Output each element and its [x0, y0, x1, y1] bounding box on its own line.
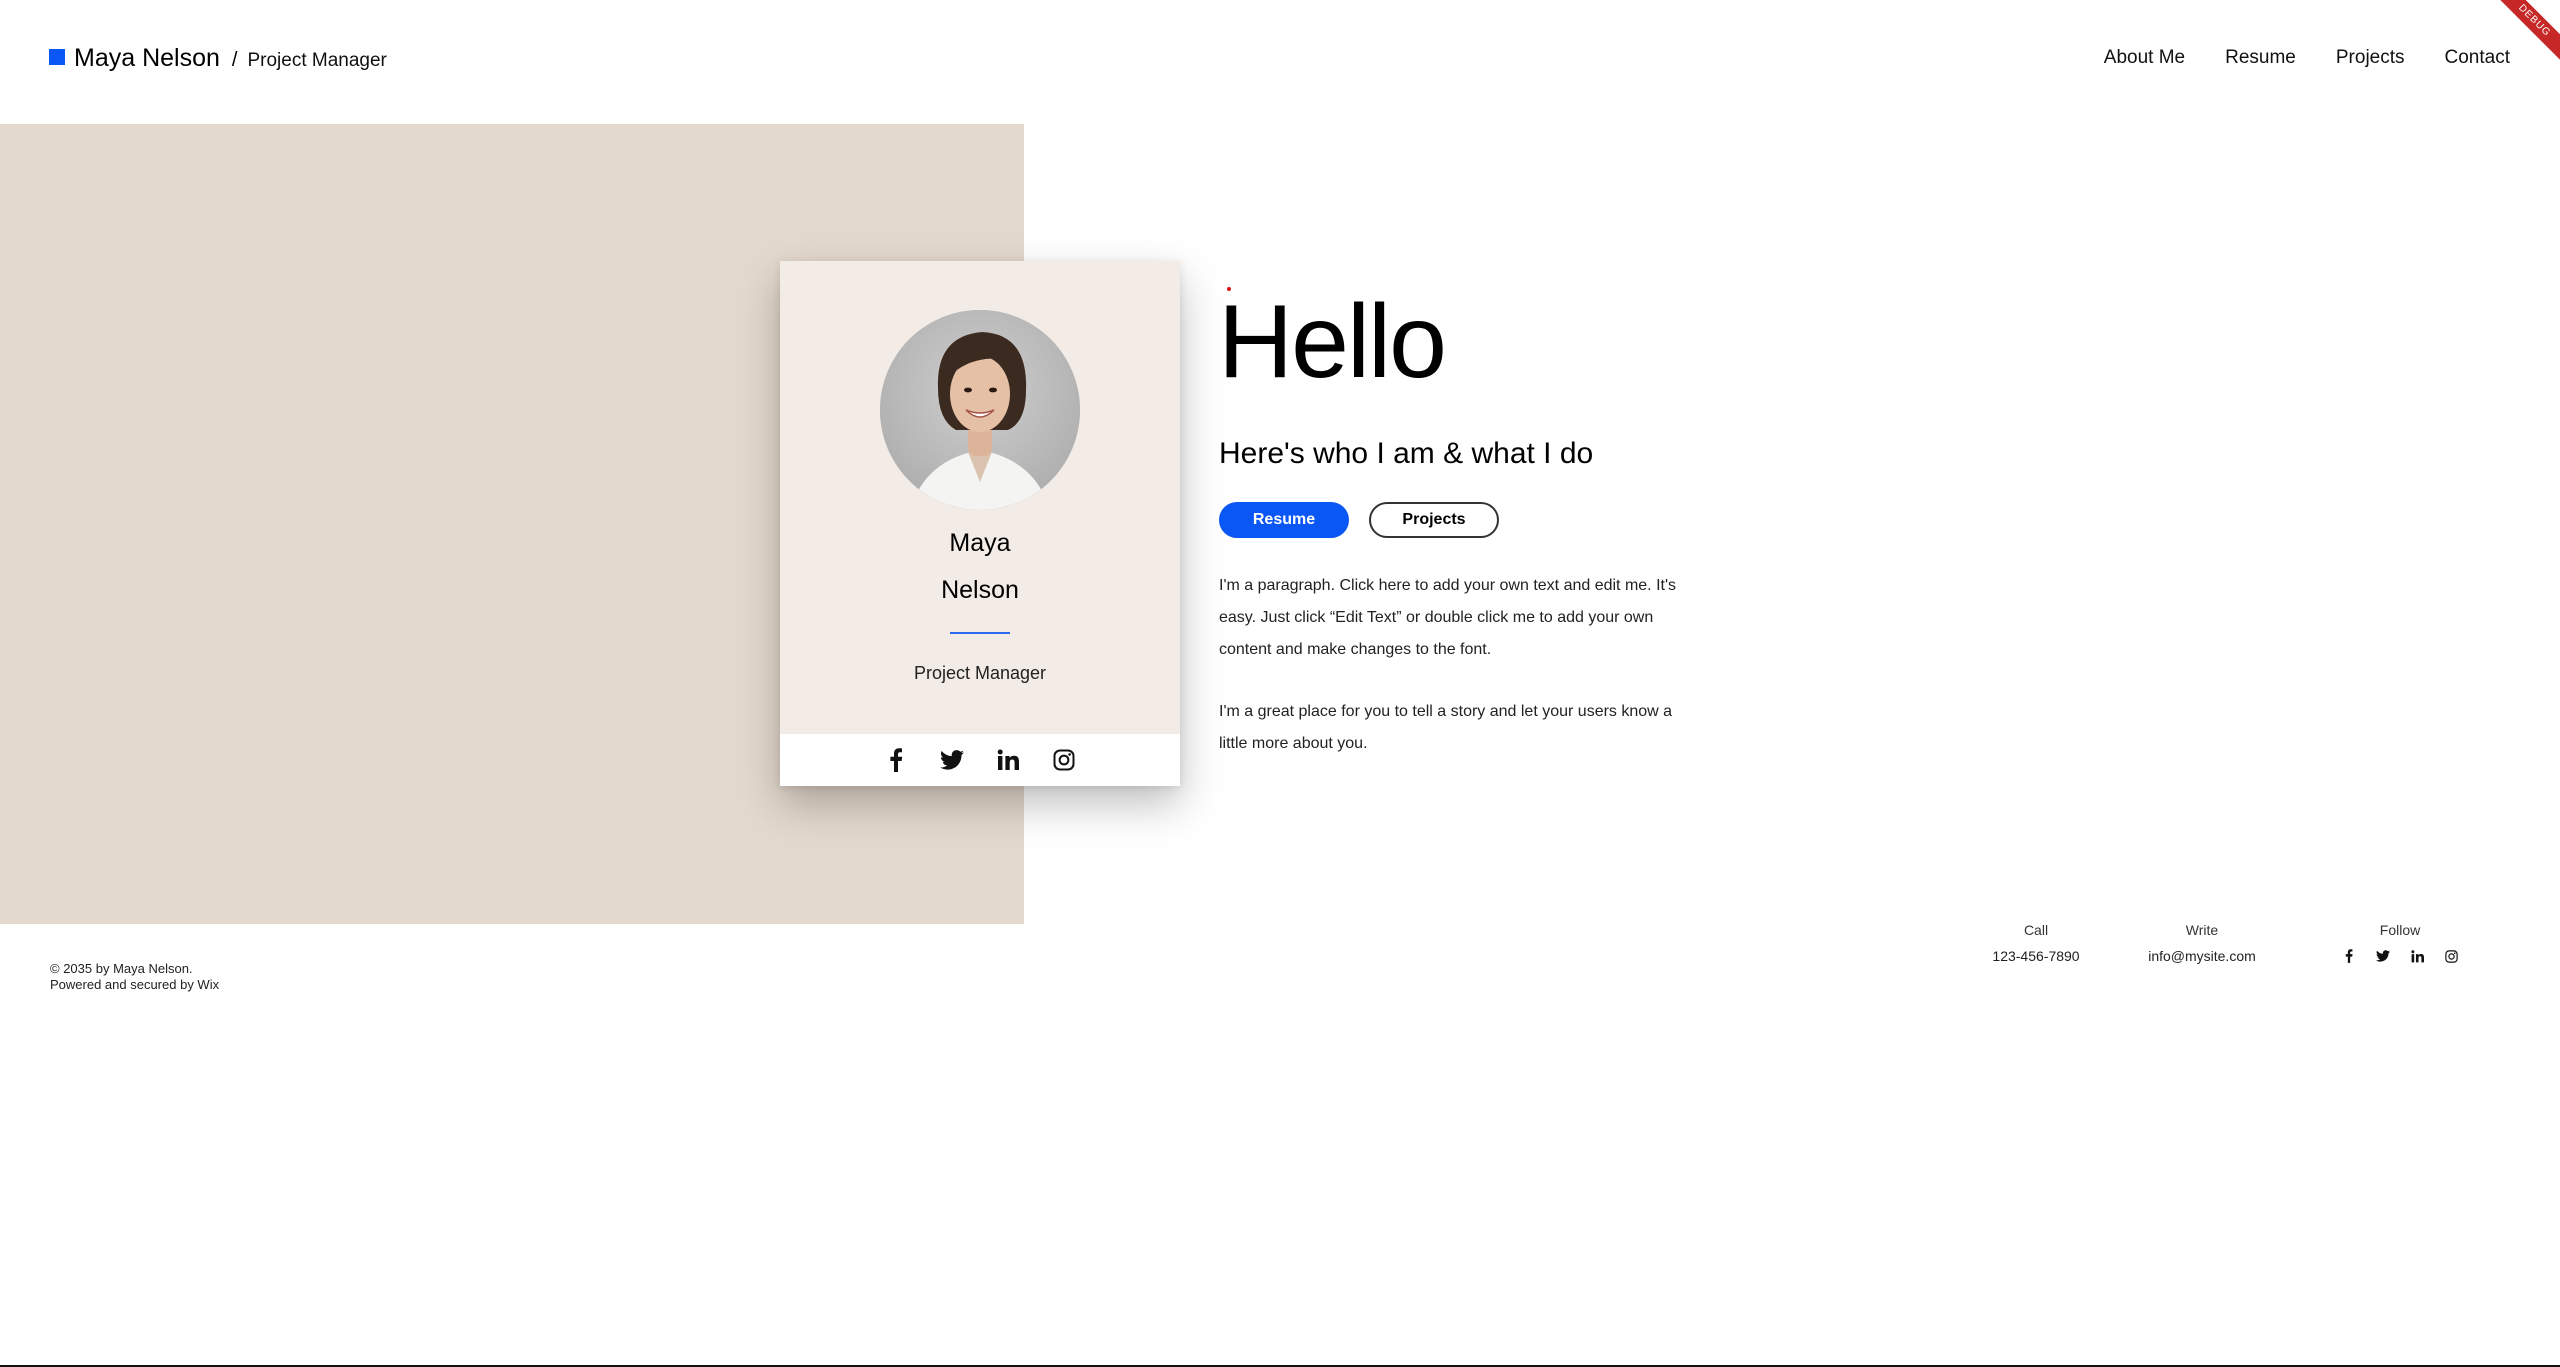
- portrait-image: [880, 310, 1080, 510]
- follow-label: Follow: [2379, 922, 2421, 938]
- twitter-icon[interactable]: [2375, 948, 2391, 964]
- brand-name[interactable]: Maya Nelson: [74, 44, 220, 73]
- footer-social-icons: [2330, 948, 2470, 964]
- brand-separator: /: [231, 49, 238, 71]
- hero-title: Hello: [1218, 284, 1447, 400]
- write-value[interactable]: info@mysite.com: [2135, 948, 2269, 964]
- nav-resume[interactable]: Resume: [2225, 47, 2296, 69]
- projects-button[interactable]: Projects: [1369, 502, 1499, 538]
- facebook-icon[interactable]: [883, 747, 909, 773]
- linkedin-icon[interactable]: [995, 747, 1021, 773]
- call-value[interactable]: 123-456-7890: [1986, 948, 2086, 964]
- hero-subtitle: Here's who I am & what I do: [1219, 437, 1594, 470]
- footer-write: Write info@mysite.com: [2135, 922, 2269, 964]
- main-nav: About Me Resume Projects Contact: [2064, 47, 2510, 69]
- card-first-name: Maya: [949, 529, 1011, 557]
- twitter-icon[interactable]: [939, 747, 965, 773]
- brand[interactable]: Maya Nelson / Project Manager: [49, 44, 387, 73]
- card-social-bar: [780, 734, 1180, 786]
- nav-projects[interactable]: Projects: [2336, 47, 2405, 69]
- brand-square-icon: [49, 49, 65, 65]
- footer-call: Call 123-456-7890: [1986, 922, 2086, 964]
- site-header: Maya Nelson / Project Manager About Me R…: [0, 0, 2560, 124]
- copyright: © 2035 by Maya Nelson. Powered and secur…: [50, 961, 219, 993]
- write-label: Write: [2185, 922, 2219, 938]
- card-role: Project Manager: [913, 663, 1047, 683]
- paragraph-1: I'm a paragraph. Click here to add your …: [1219, 577, 1677, 658]
- footer-follow: Follow: [2330, 922, 2470, 964]
- instagram-icon[interactable]: [2443, 948, 2459, 964]
- instagram-icon[interactable]: [1051, 747, 1077, 773]
- nav-contact[interactable]: Contact: [2445, 47, 2510, 69]
- call-label: Call: [2023, 922, 2049, 938]
- facebook-icon[interactable]: [2341, 948, 2357, 964]
- brand-role: Project Manager: [247, 50, 387, 71]
- nav-about-me[interactable]: About Me: [2104, 47, 2185, 69]
- avatar: [880, 310, 1080, 510]
- copyright-line-2[interactable]: Powered and secured by Wix: [50, 977, 219, 993]
- card-divider: [950, 632, 1010, 634]
- copyright-line-1: © 2035 by Maya Nelson.: [50, 961, 193, 976]
- profile-card: Maya Nelson Project Manager: [780, 261, 1180, 786]
- card-last-name: Nelson: [941, 576, 1019, 604]
- paragraph-2: I'm a great place for you to tell a stor…: [1219, 703, 1673, 752]
- linkedin-icon[interactable]: [2409, 948, 2425, 964]
- resume-button[interactable]: Resume: [1219, 502, 1349, 538]
